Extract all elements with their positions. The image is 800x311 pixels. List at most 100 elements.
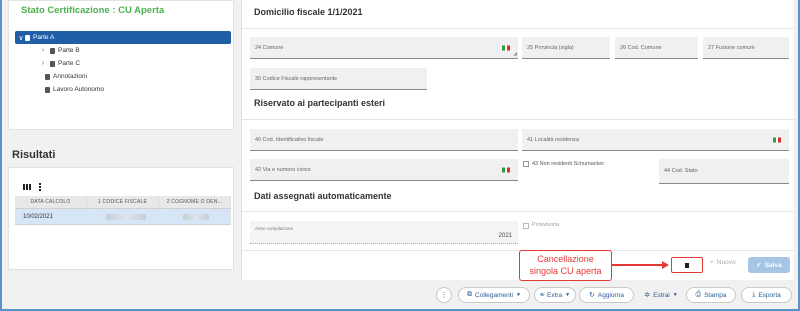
button-label: Extra [546, 291, 563, 299]
field-25-provincia[interactable]: 25 Provincia (sigla) [522, 37, 610, 59]
column-header[interactable]: 1 CODICE FISCALE [87, 196, 159, 208]
field-label: 30 Codice Fiscale rappresentante [255, 75, 338, 82]
field-27-fusione-comuni[interactable]: 27 Fusione comuni [703, 37, 789, 59]
chevron-right-icon[interactable]: › [39, 47, 47, 54]
tree-item-label: Annotazioni [53, 73, 87, 80]
more-vertical-icon: ⋮ [440, 292, 448, 299]
arrow-head-icon [662, 261, 669, 269]
field-label: 41 Località residenza [527, 136, 579, 143]
estrai-button[interactable]: ✲ Estrai ▼ [640, 287, 682, 303]
redacted-value [182, 213, 209, 220]
link-icon: ⧉ [467, 291, 473, 298]
columns-icon[interactable] [23, 184, 31, 190]
field-label: 24 Comune [255, 44, 284, 51]
resize-grip-icon: ◢ [513, 51, 517, 57]
collegamenti-button[interactable]: ⧉ Collegamenti ▼ [458, 287, 530, 303]
column-header[interactable]: 2 COGNOME O DEN... [159, 196, 231, 208]
non-residenti-schumacker-checkbox[interactable] [523, 161, 529, 167]
aggiorna-button[interactable]: ↻ Aggiorna [579, 287, 634, 303]
stampa-button[interactable]: ⎙ Stampa [686, 287, 736, 303]
button-label: Esporta [758, 291, 781, 299]
download-icon: ⤓ [752, 291, 756, 298]
folder-icon [50, 60, 55, 67]
italy-flag-icon [502, 167, 511, 172]
table-cell-redacted [92, 209, 162, 224]
more-vertical-icon[interactable] [39, 183, 41, 191]
nuovo-button[interactable]: + Nuovo [710, 259, 736, 266]
annotation-callout: Cancellazione singola CU aperta [519, 250, 612, 281]
plus-icon: + [710, 259, 714, 266]
document-icon [45, 86, 50, 93]
button-label: Collegamenti [475, 291, 513, 299]
italy-flag-icon [773, 137, 782, 142]
tree-item-parte-b[interactable]: › Parte B [9, 44, 235, 57]
field-41-localita-residenza[interactable]: 41 Località residenza [522, 129, 789, 151]
field-44-cod-stato[interactable]: 44 Cod. Stato [659, 159, 789, 184]
extra-button[interactable]: ≡ Extra ▼ [534, 287, 576, 303]
tree-item-label: Lavoro Autonomo [53, 86, 104, 93]
field-label: 26 Cod. Comune [620, 44, 662, 51]
form-panel: Domicilio fiscale 1/1/2021 24 Comune ◢ 2… [241, 0, 795, 280]
section-title-dati-automatici: Dati assegnati automaticamente [254, 191, 392, 201]
tree-item-parte-c[interactable]: › Parte C [9, 57, 235, 70]
more-options-button[interactable]: ⋮ [436, 287, 452, 303]
check-icon: ✓ [756, 262, 762, 269]
field-label: 44 Cod. Stato [664, 168, 698, 174]
field-42-via-numero-civico[interactable]: 42 Via e numero civico [250, 159, 518, 181]
checkbox-label: Provvisoria [532, 222, 560, 228]
esporta-button[interactable]: ⤓ Esporta [741, 287, 792, 303]
chevron-down-icon: ▼ [515, 292, 521, 298]
chevron-right-icon[interactable]: › [39, 60, 47, 67]
section-tree: ∨ Parte A › Parte B › Parte C Annotazion… [9, 31, 235, 96]
field-30-codice-fiscale-rappresentante[interactable]: 30 Codice Fiscale rappresentante [250, 68, 427, 90]
certification-status-title: Stato Certificazione : CU Aperta [21, 5, 165, 16]
redacted-value [106, 213, 147, 220]
checkbox-label: 43 Non residenti Schumacker [532, 161, 605, 167]
button-label: Stampa [704, 291, 727, 299]
tree-item-label: Parte B [58, 47, 80, 54]
nuovo-label: Nuovo [716, 259, 736, 266]
callout-line-2: singola CU aperta [529, 266, 602, 276]
tree-item-label: Parte C [58, 60, 81, 67]
tree-item-annotazioni[interactable]: Annotazioni [9, 70, 235, 83]
provvisoria-checkbox[interactable] [523, 223, 529, 229]
chevron-down-icon: ▼ [672, 292, 678, 298]
table-cell: 10/02/2021 [15, 209, 93, 224]
tree-item-lavoro-autonomo[interactable]: Lavoro Autonomo [9, 83, 235, 96]
field-value: 2021 [498, 233, 512, 239]
field-40-cod-identificativo[interactable]: 40 Cod. Identificativo fiscale [250, 129, 518, 151]
salva-button[interactable]: ✓ Salva [748, 257, 790, 273]
field-label: 40 Cod. Identificativo fiscale [255, 136, 324, 143]
print-icon: ⎙ [695, 291, 702, 298]
column-header[interactable]: DATA CALCOLO [15, 196, 87, 208]
results-title: Risultati [12, 149, 56, 161]
salva-label: Salva [764, 261, 782, 269]
button-label: Estrai [653, 291, 670, 299]
folder-icon [50, 47, 55, 54]
callout-arrow [612, 264, 664, 266]
section-title-esteri: Riservato ai partecipanti esteri [254, 98, 386, 108]
document-icon [45, 73, 50, 80]
field-label: 42 Via e numero civico [255, 166, 311, 173]
delete-button[interactable] [671, 257, 703, 273]
grid-toolbar [23, 183, 41, 191]
field-anno-compilazione: Anno compilazione 2021 [250, 221, 518, 244]
refresh-icon: ↻ [589, 292, 595, 299]
chevron-down-icon[interactable]: ∨ [17, 34, 25, 42]
tree-item-parte-a[interactable]: ∨ Parte A [15, 31, 231, 44]
trash-icon [685, 262, 689, 268]
table-cell-redacted [162, 209, 231, 224]
divider [242, 119, 795, 120]
field-label: Anno compilazione [255, 226, 294, 231]
table-row[interactable]: 10/02/2021 [15, 209, 231, 225]
field-24-comune[interactable]: 24 Comune ◢ [250, 37, 518, 59]
bottom-toolbar: ⋮ ⧉ Collegamenti ▼ ≡ Extra ▼ ↻ Aggiorna … [0, 284, 800, 306]
divider [242, 28, 795, 29]
button-label: Aggiorna [597, 291, 624, 299]
gear-icon: ✲ [644, 292, 651, 299]
chevron-down-icon: ▼ [565, 292, 571, 298]
field-26-cod-comune[interactable]: 26 Cod. Comune [615, 37, 698, 59]
folder-icon [25, 34, 30, 41]
field-label: 27 Fusione comuni [708, 44, 755, 51]
italy-flag-icon [502, 45, 511, 50]
